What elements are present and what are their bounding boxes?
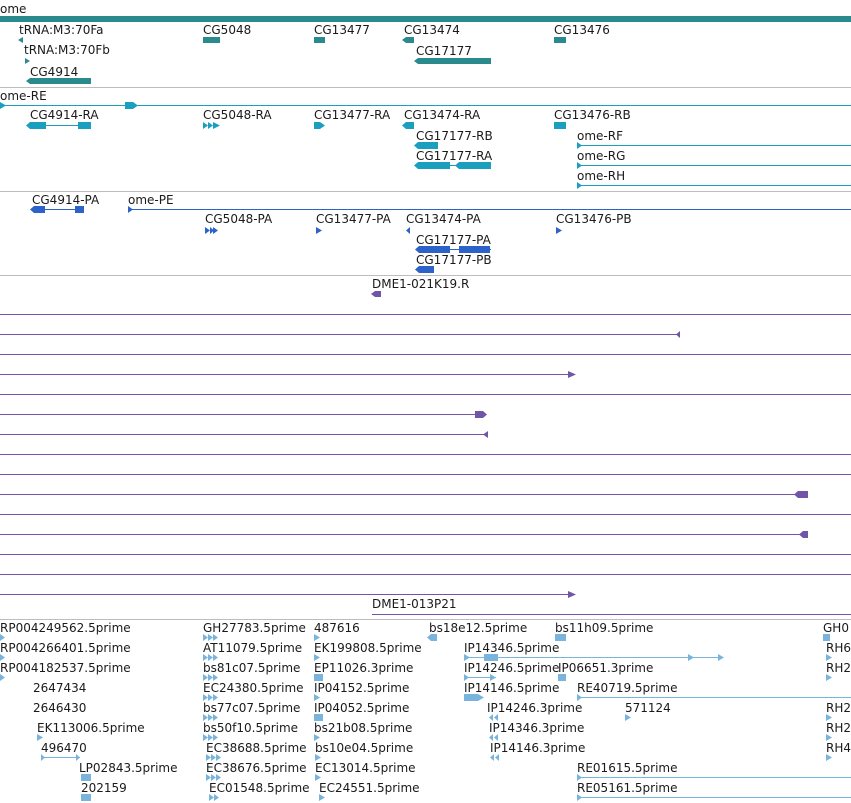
gene-bar-cg4914 xyxy=(30,78,91,84)
clone-glyphs xyxy=(0,291,851,615)
protein-glyphs xyxy=(30,206,851,273)
gene-bar-cg13476 xyxy=(554,37,566,43)
gene-bar-ome xyxy=(0,16,851,22)
gene-bar-cg17177 xyxy=(418,58,491,64)
gene-arrow-trna-b xyxy=(25,58,30,64)
gene-bar-cg13477 xyxy=(314,37,325,43)
genome-browser-view[interactable]: ome tRNA:M3:70Fa tRNA:M3:70Fb CG4914 CG5… xyxy=(0,0,851,803)
gene-arrow-trna-a xyxy=(18,37,23,43)
transcript-glyphs xyxy=(0,102,851,189)
gene-bar-cg13474 xyxy=(406,37,414,43)
gene-glyphs xyxy=(0,16,851,84)
gene-bar-cg5048 xyxy=(203,37,220,43)
feature-glyphs[interactable] xyxy=(0,0,851,803)
est-glyphs xyxy=(0,634,851,801)
